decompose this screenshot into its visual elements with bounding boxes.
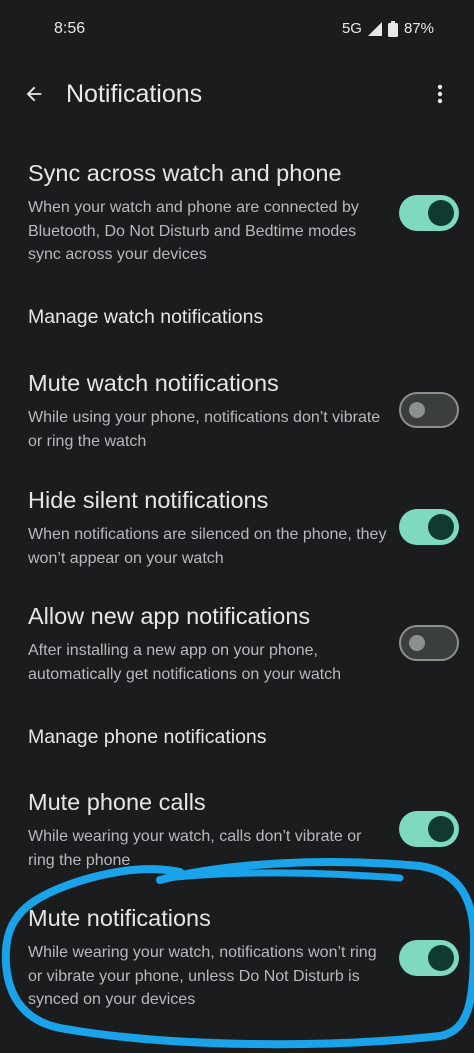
setting-sync-across-devices[interactable]: Sync across watch and phone When your wa…: [0, 160, 474, 272]
more-options-button[interactable]: [424, 76, 456, 116]
setting-title: Mute phone calls: [28, 789, 206, 815]
battery-percent: 87%: [403, 20, 434, 37]
toggle-knob: [409, 402, 425, 418]
setting-mute-watch-notifications[interactable]: Mute watch notifications While using you…: [0, 370, 474, 460]
toggle-knob: [428, 514, 454, 540]
allow-new-app-toggle[interactable]: [399, 625, 459, 661]
arrow-left-icon: [23, 83, 45, 110]
mute-watch-toggle[interactable]: [399, 392, 459, 428]
setting-description: While wearing your watch, calls don’t vi…: [28, 828, 362, 869]
setting-title: Hide silent notifications: [28, 487, 269, 513]
toggle-knob: [428, 816, 454, 842]
more-vert-icon: [437, 84, 443, 109]
setting-mute-phone-calls[interactable]: Mute phone calls While wearing your watc…: [0, 789, 474, 879]
toggle-knob: [428, 200, 454, 226]
mute-calls-toggle[interactable]: [399, 811, 459, 847]
app-bar: Notifications: [0, 68, 474, 124]
setting-description: While wearing your watch, notifications …: [28, 944, 377, 1008]
setting-hide-silent-notifications[interactable]: Hide silent notifications When notificat…: [0, 487, 474, 577]
status-icons: 5G 87%: [342, 20, 434, 37]
battery-icon: [387, 20, 398, 37]
sync-toggle[interactable]: [399, 195, 459, 231]
setting-title: Sync across watch and phone: [28, 160, 342, 186]
setting-mute-notifications[interactable]: Mute notifications While wearing your wa…: [0, 905, 474, 1017]
status-time: 8:56: [54, 20, 86, 37]
back-button[interactable]: [14, 76, 54, 116]
setting-title: Mute notifications: [28, 905, 211, 931]
setting-description: While using your phone, notifications do…: [28, 409, 381, 450]
toggle-knob: [409, 635, 425, 651]
toggle-knob: [428, 945, 454, 971]
mute-notifications-toggle[interactable]: [399, 940, 459, 976]
network-type: 5G: [341, 20, 362, 37]
setting-description: After installing a new app on your phone…: [28, 642, 342, 683]
setting-title: Mute watch notifications: [28, 370, 279, 396]
hide-silent-toggle[interactable]: [399, 509, 459, 545]
page-title: Notifications: [66, 80, 203, 108]
setting-title: Allow new app notifications: [28, 603, 311, 629]
status-bar: 8:56 5G 87%: [0, 0, 474, 58]
section-header-phone: Manage phone notifications: [28, 726, 267, 748]
signal-icon: [367, 21, 382, 36]
setting-description: When notifications are silenced on the p…: [28, 526, 387, 567]
setting-allow-new-app-notifications[interactable]: Allow new app notifications After instal…: [0, 603, 474, 693]
section-header-watch: Manage watch notifications: [28, 306, 264, 328]
setting-description: When your watch and phone are connected …: [28, 199, 359, 263]
